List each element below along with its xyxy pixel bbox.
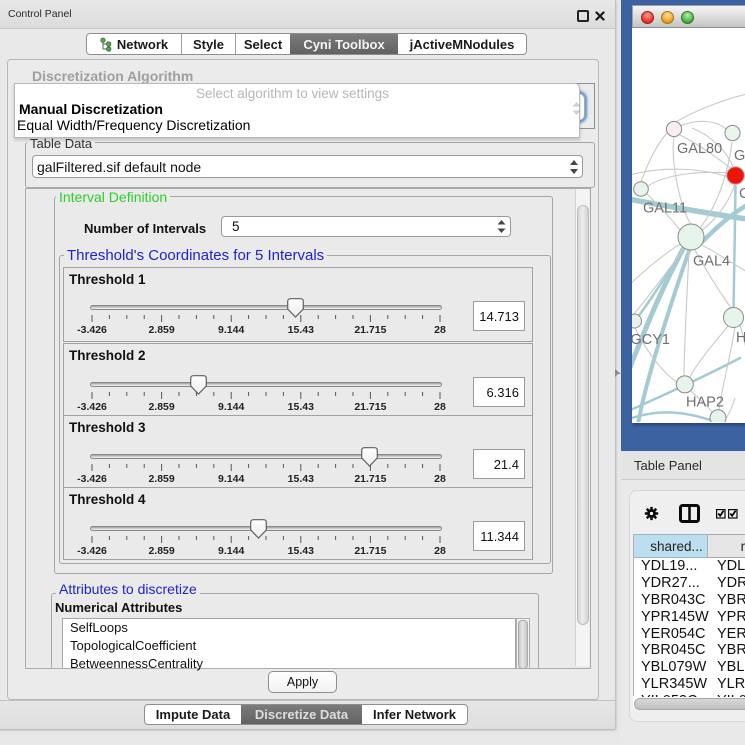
svg-text:GAL11: GAL11 bbox=[643, 201, 687, 217]
svg-text:HAP2: HAP2 bbox=[686, 395, 724, 411]
svg-text:GAL4: GAL4 bbox=[693, 254, 730, 270]
svg-text:GCY1: GCY1 bbox=[632, 332, 670, 348]
svg-text:GA: GA bbox=[734, 148, 745, 164]
svg-text:CR: CR bbox=[739, 186, 745, 202]
svg-text:HI: HI bbox=[736, 330, 745, 346]
svg-text:GAL80: GAL80 bbox=[677, 141, 722, 157]
